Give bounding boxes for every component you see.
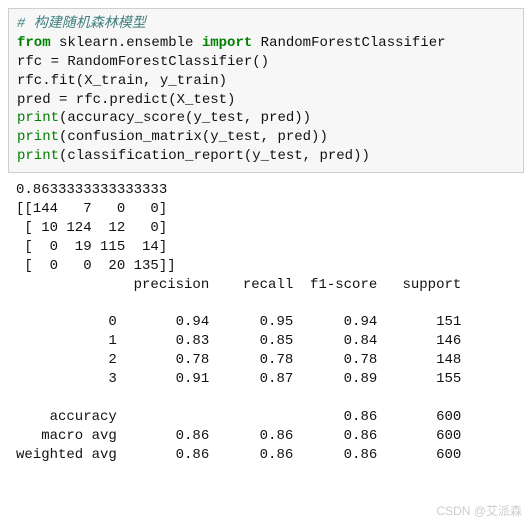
watermark: CSDN @艾派森	[436, 503, 522, 519]
accuracy-value: 0.8633333333333333	[16, 182, 167, 198]
confusion-matrix-row: [ 0 19 115 14]	[16, 239, 167, 255]
code-line: pred = rfc.predict(X_test)	[17, 92, 235, 108]
kw-import: import	[202, 35, 252, 51]
report-row: 3 0.91 0.87 0.89 155	[16, 371, 461, 387]
code-module: sklearn.ensemble	[51, 35, 202, 51]
code-cell: # 构建随机森林模型 from sklearn.ensemble import …	[8, 8, 524, 173]
code-args: (classification_report(y_test, pred))	[59, 148, 370, 164]
report-row: 2 0.78 0.78 0.78 148	[16, 352, 461, 368]
code-line: rfc = RandomForestClassifier()	[17, 54, 269, 70]
code-line: rfc.fit(X_train, y_train)	[17, 73, 227, 89]
confusion-matrix-row: [ 0 0 20 135]]	[16, 258, 176, 274]
fn-print: print	[17, 129, 59, 145]
report-macro-row: macro avg 0.86 0.86 0.86 600	[16, 428, 461, 444]
kw-from: from	[17, 35, 51, 51]
report-header: precision recall f1-score support	[16, 277, 461, 293]
output-cell: 0.8633333333333333 [[144 7 0 0] [ 10 124…	[8, 173, 524, 464]
report-accuracy-row: accuracy 0.86 600	[16, 409, 461, 425]
fn-print: print	[17, 148, 59, 164]
report-row: 0 0.94 0.95 0.94 151	[16, 314, 461, 330]
report-row: 1 0.83 0.85 0.84 146	[16, 333, 461, 349]
code-args: (accuracy_score(y_test, pred))	[59, 110, 311, 126]
code-class: RandomForestClassifier	[252, 35, 445, 51]
fn-print: print	[17, 110, 59, 126]
confusion-matrix-row: [ 10 124 12 0]	[16, 220, 167, 236]
report-weighted-row: weighted avg 0.86 0.86 0.86 600	[16, 447, 461, 463]
code-comment: # 构建随机森林模型	[17, 16, 146, 32]
code-args: (confusion_matrix(y_test, pred))	[59, 129, 328, 145]
confusion-matrix-row: [[144 7 0 0]	[16, 201, 167, 217]
